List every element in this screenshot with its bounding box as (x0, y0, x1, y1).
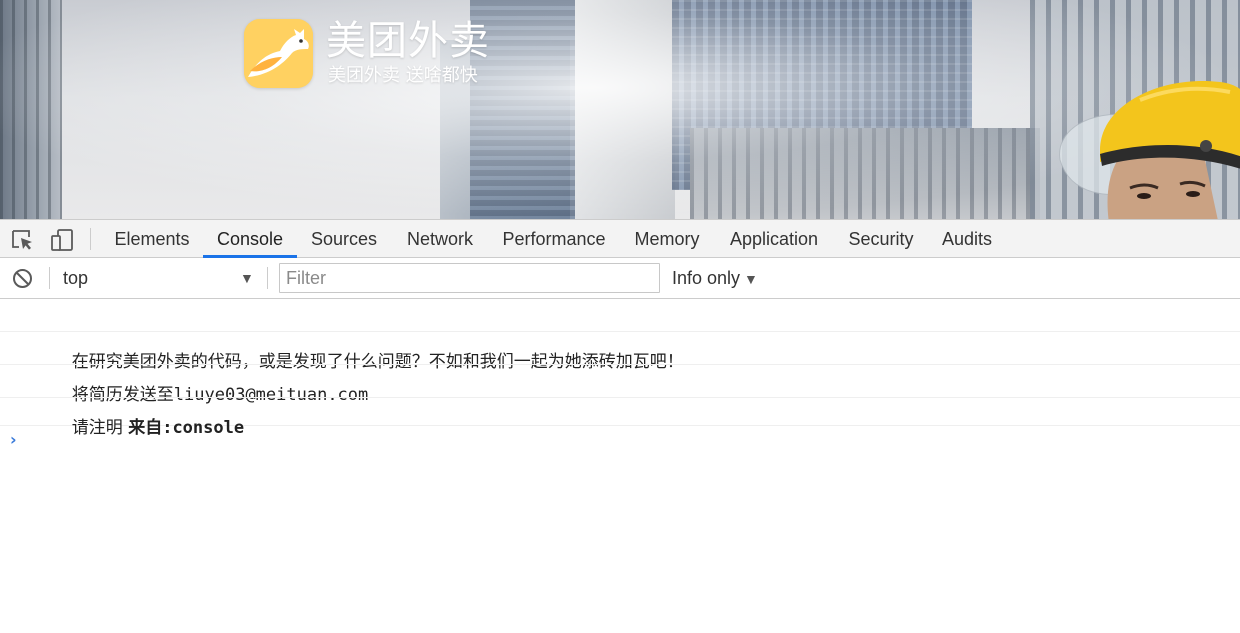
context-selector-value: top (63, 268, 89, 288)
tab-elements[interactable]: Elements (104, 220, 200, 258)
devtools-panel: Elements Console Sources Network Perform… (0, 219, 1240, 633)
toolbar-separator (49, 267, 50, 289)
console-messages: 在研究美团外卖的代码，或是发现了什么问题？不如和我们一起为她添砖加瓦吧！ 将简历… (0, 299, 1240, 456)
context-selector[interactable]: top ▼ (56, 264, 261, 292)
dropdown-arrow-icon: ▼ (240, 270, 254, 286)
log-levels-value: Info only (672, 268, 741, 288)
tab-memory[interactable]: Memory (624, 220, 710, 258)
brand-slogan: 美团外卖 送啥都快 (328, 65, 478, 86)
tab-application[interactable]: Application (719, 220, 829, 258)
tab-security[interactable]: Security (838, 220, 924, 258)
console-prompt[interactable]: › (0, 426, 1240, 456)
dropdown-arrow-icon: ▼ (744, 271, 758, 287)
log-levels-dropdown[interactable]: Info only ▼ (672, 264, 758, 292)
screen: 美团外卖 美团外卖 送啥都快 Elements Console Sources … (0, 0, 1240, 633)
toolbar-separator (90, 228, 91, 250)
console-message: 在研究美团外卖的代码，或是发现了什么问题？不如和我们一起为她添砖加瓦吧！ (0, 299, 1240, 372)
console-message: 请注明 来自:console (0, 365, 1240, 438)
delivery-worker-illustration (1059, 81, 1240, 219)
inspect-element-icon[interactable] (11, 229, 35, 251)
meituan-waimai-logo (244, 19, 313, 88)
brand-title: 美团外卖 (326, 18, 490, 64)
kangaroo-logo-icon (244, 19, 313, 88)
device-toolbar-icon[interactable] (50, 229, 74, 251)
console-toolbar: top ▼ Info only▼ (0, 258, 1240, 299)
console-message: 将简历发送至liuye03@meituan.com (0, 332, 1240, 405)
tab-network[interactable]: Network (396, 220, 484, 258)
prompt-chevron-icon: › (10, 430, 17, 449)
devtools-tabbar: Elements Console Sources Network Perform… (0, 219, 1240, 258)
hero-banner: 美团外卖 美团外卖 送啥都快 (0, 0, 1240, 219)
tab-sources[interactable]: Sources (301, 220, 387, 258)
filter-input[interactable] (279, 263, 660, 293)
tab-performance[interactable]: Performance (492, 220, 616, 258)
tab-console[interactable]: Console (203, 220, 297, 258)
clear-console-icon[interactable] (12, 268, 33, 289)
toolbar-separator (267, 267, 268, 289)
tab-audits[interactable]: Audits (932, 220, 1002, 258)
